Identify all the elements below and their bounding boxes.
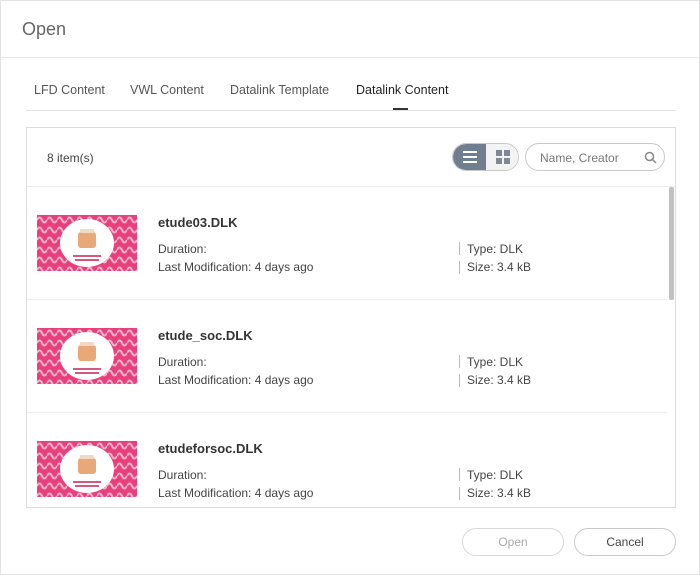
file-thumbnail xyxy=(37,215,137,271)
duration-label: Duration: xyxy=(158,355,207,369)
tab-lfd-content[interactable]: LFD Content xyxy=(34,83,105,97)
list-item[interactable]: etudeforsoc.DLK Duration: Last Modificat… xyxy=(27,413,667,507)
item-count: 8 item(s) xyxy=(47,151,94,165)
list-item[interactable]: etude_soc.DLK Duration: Last Modificatio… xyxy=(27,300,667,413)
dialog-title: Open xyxy=(22,19,67,39)
active-tab-indicator xyxy=(393,108,408,110)
file-thumbnail xyxy=(37,441,137,497)
list-scrollbar[interactable] xyxy=(667,187,675,507)
duration-label: Duration: xyxy=(158,242,207,256)
file-size: Size: 3.4 kB xyxy=(467,260,532,274)
file-name: etudeforsoc.DLK xyxy=(158,441,263,456)
grid-icon xyxy=(496,150,510,164)
file-size: Size: 3.4 kB xyxy=(467,486,532,500)
list-icon xyxy=(463,151,477,163)
tab-datalink-template[interactable]: Datalink Template xyxy=(230,83,329,97)
dialog-title-bar: Open xyxy=(1,1,699,58)
grid-view-button[interactable] xyxy=(486,144,518,170)
content-tabs: LFD Content VWL Content Datalink Templat… xyxy=(26,71,676,111)
list-header: 8 item(s) xyxy=(27,128,675,187)
meta-divider xyxy=(459,261,460,274)
tab-vwl-content[interactable]: VWL Content xyxy=(130,83,204,97)
meta-divider xyxy=(459,374,460,387)
meta-divider xyxy=(459,242,460,255)
file-size: Size: 3.4 kB xyxy=(467,373,532,387)
file-list: etude03.DLK Duration: Last Modification:… xyxy=(27,187,667,507)
tab-datalink-content[interactable]: Datalink Content xyxy=(356,83,448,97)
scrollbar-thumb[interactable] xyxy=(669,187,674,300)
search-icon[interactable] xyxy=(644,151,657,164)
open-dialog: Open LFD Content VWL Content Datalink Te… xyxy=(0,0,700,575)
file-list-panel: 8 item(s) Name, Creator etude03.DLK Dura… xyxy=(26,127,676,508)
search-input[interactable] xyxy=(540,149,640,166)
search-box xyxy=(525,143,665,171)
open-button[interactable]: Open xyxy=(462,528,564,556)
list-item[interactable]: etude03.DLK Duration: Last Modification:… xyxy=(27,187,667,300)
last-modification: Last Modification: 4 days ago xyxy=(158,486,314,500)
file-type: Type: DLK xyxy=(467,355,524,369)
last-modification: Last Modification: 4 days ago xyxy=(158,373,314,387)
file-type: Type: DLK xyxy=(467,242,524,256)
meta-divider xyxy=(459,487,460,500)
list-view-button[interactable] xyxy=(453,144,487,170)
file-thumbnail xyxy=(37,328,137,384)
file-name: etude03.DLK xyxy=(158,215,238,230)
file-name: etude_soc.DLK xyxy=(158,328,253,343)
cancel-button[interactable]: Cancel xyxy=(574,528,676,556)
duration-label: Duration: xyxy=(158,468,207,482)
meta-divider xyxy=(459,355,460,368)
file-type: Type: DLK xyxy=(467,468,524,482)
last-modification: Last Modification: 4 days ago xyxy=(158,260,314,274)
view-mode-toggle xyxy=(452,143,519,171)
meta-divider xyxy=(459,468,460,481)
